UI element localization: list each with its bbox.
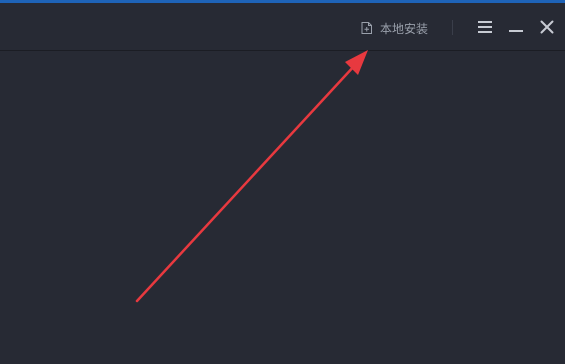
minimize-icon	[509, 20, 523, 34]
local-install-button[interactable]: 本地安装	[360, 18, 428, 38]
local-install-label: 本地安装	[380, 21, 429, 36]
close-icon	[540, 20, 554, 34]
menu-button[interactable]	[475, 17, 495, 37]
main-content-area	[0, 51, 565, 364]
minimize-button[interactable]	[506, 17, 526, 37]
close-button[interactable]	[537, 17, 557, 37]
hamburger-menu-icon	[478, 21, 492, 33]
folder-plus-icon	[360, 21, 374, 35]
titlebar-divider	[452, 20, 453, 35]
app-window: 本地安装	[0, 0, 565, 364]
titlebar: 本地安装	[0, 3, 565, 51]
